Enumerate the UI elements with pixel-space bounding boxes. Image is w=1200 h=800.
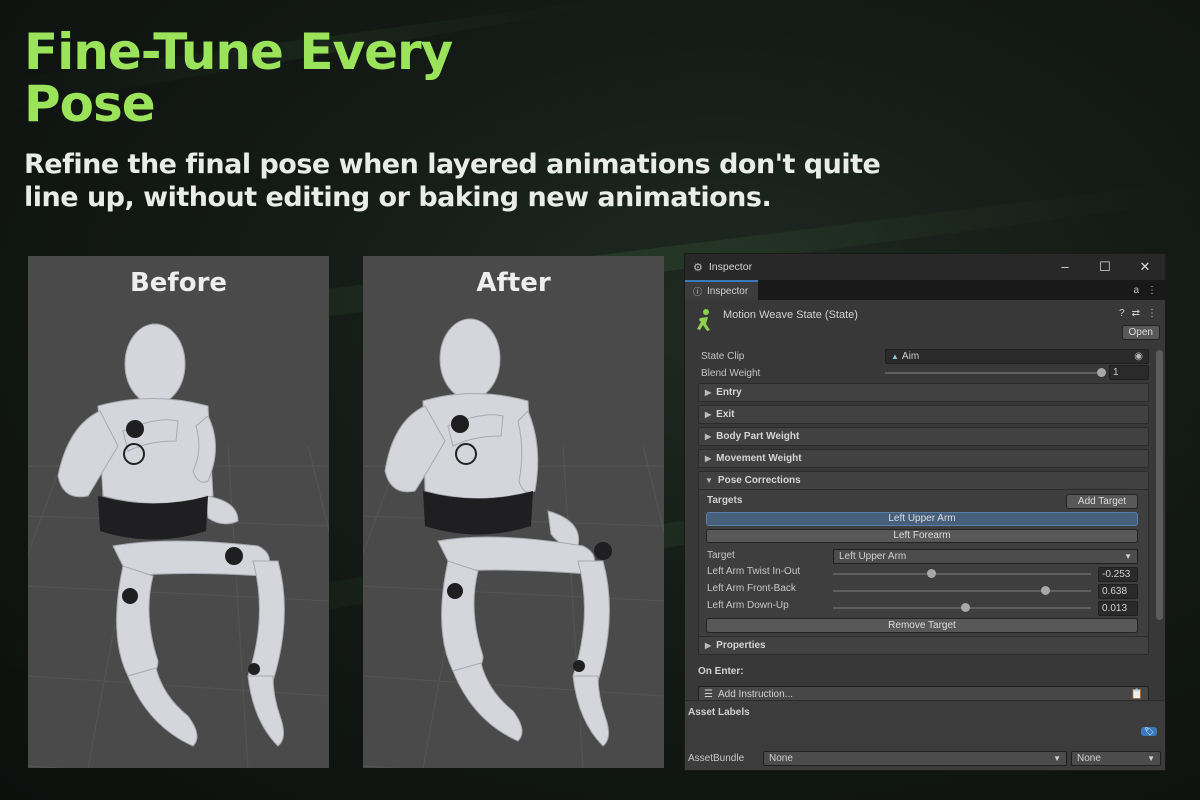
pose-slider-label: Left Arm Twist In-Out [707, 566, 801, 577]
help-icon[interactable]: ? [1119, 308, 1125, 319]
foldout-pose-corrections[interactable]: ▼ Pose Corrections [698, 471, 1149, 490]
pose-slider-row: Left Arm Down-Up 0.013 [707, 600, 1138, 616]
pose-corrections-panel: Targets Add Target Left Upper Arm Left F… [698, 490, 1149, 650]
before-viewport: Before [28, 256, 329, 768]
target-field-label: Target [707, 550, 735, 561]
pose-slider-thumb[interactable] [927, 569, 937, 578]
state-clip-value: Aim [901, 350, 920, 362]
clipboard-icon[interactable]: 📋 [1131, 689, 1143, 700]
chevron-right-icon: ▶ [705, 388, 712, 397]
pose-slider-track[interactable] [833, 603, 1091, 612]
dropdown-arrow-icon: ▼ [1147, 754, 1155, 763]
blend-weight-label: Blend Weight [701, 367, 761, 379]
blend-weight-slider[interactable]: 1 [885, 365, 1149, 381]
add-instruction-label: Add Instruction... [717, 689, 794, 700]
pose-slider-track[interactable] [833, 569, 1091, 578]
target-dropdown-value: Left Upper Arm [839, 551, 907, 562]
chevron-right-icon: ▶ [705, 641, 712, 650]
asset-bundle-dropdown[interactable]: None ▼ [763, 751, 1067, 766]
animation-clip-icon: ▲ [891, 351, 899, 361]
add-target-button[interactable]: Add Target [1066, 494, 1138, 509]
asset-bundle-value: None [769, 753, 793, 764]
foldout-entry[interactable]: ▶ Entry [698, 383, 1149, 402]
asset-bundle-label: AssetBundle [688, 753, 745, 764]
gear-icon: ⚙ [693, 261, 703, 274]
inspector-scrollbar[interactable] [1156, 350, 1163, 620]
tab-inspector[interactable]: ⓘ Inspector [685, 280, 759, 300]
minimize-icon[interactable]: – [1045, 259, 1085, 275]
remove-target-button[interactable]: Remove Target [706, 618, 1138, 633]
preset-icon[interactable]: ⇄ [1132, 308, 1140, 319]
window-title: Inspector [708, 261, 753, 273]
component-menu-icon[interactable]: ⋮ [1147, 308, 1157, 319]
foldout-entry-label: Entry [716, 387, 742, 398]
headline: Fine-Tune Every Pose [24, 23, 453, 133]
after-figure-illustration [363, 318, 664, 768]
dropdown-arrow-icon: ▼ [1124, 552, 1132, 561]
after-label: After [476, 268, 551, 298]
pose-slider-label: Left Arm Down-Up [707, 600, 789, 611]
dropdown-arrow-icon: ▼ [1053, 754, 1061, 763]
on-enter-label: On Enter: [698, 666, 744, 677]
tag-icon[interactable]: 🏷 [1140, 727, 1157, 736]
chevron-down-icon: ▼ [705, 476, 713, 485]
pose-slider-thumb[interactable] [960, 603, 970, 612]
blend-weight-thumb[interactable] [1097, 368, 1106, 377]
state-clip-label: State Clip [701, 350, 745, 362]
foldout-movement-weight[interactable]: ▶ Movement Weight [698, 449, 1149, 468]
asset-labels-title: Asset Labels [688, 707, 750, 718]
target-dropdown[interactable]: Left Upper Arm ▼ [833, 549, 1138, 564]
state-clip-field[interactable]: ▲ Aim ◉ [885, 348, 1149, 364]
targets-label: Targets [707, 495, 743, 506]
pose-slider-row: Left Arm Twist In-Out -0.253 [707, 566, 1138, 582]
inspector-titlebar[interactable]: ⚙ Inspector – ☐ ✕ [685, 254, 1165, 280]
list-icon: ☰ [704, 689, 713, 700]
asset-variant-dropdown[interactable]: None ▼ [1071, 751, 1161, 766]
target-list-item[interactable]: Left Forearm [706, 529, 1138, 543]
foldout-body-part-weight-label: Body Part Weight [716, 431, 800, 442]
chevron-right-icon: ▶ [705, 410, 712, 419]
foldout-pose-corrections-label: Pose Corrections [717, 475, 801, 486]
more-menu-icon[interactable]: ⋮ [1147, 285, 1157, 296]
pose-slider-thumb[interactable] [1040, 586, 1050, 595]
pose-slider-value[interactable]: 0.638 [1098, 584, 1138, 599]
pose-slider-value[interactable]: -0.253 [1098, 567, 1138, 582]
lock-icon[interactable]: a [1133, 285, 1139, 296]
pose-slider-track[interactable] [833, 586, 1091, 595]
asset-variant-value: None [1077, 753, 1101, 764]
running-figure-icon [697, 309, 710, 331]
inspector-window: ⚙ Inspector – ☐ ✕ ⓘ Inspector a ⋮ Motion… [684, 253, 1166, 771]
pose-slider-row: Left Arm Front-Back 0.638 [707, 583, 1138, 599]
tab-label: Inspector [707, 285, 749, 297]
component-title: Motion Weave State (State) [723, 309, 858, 321]
target-list-item-selected[interactable]: Left Upper Arm [706, 512, 1138, 526]
foldout-body-part-weight[interactable]: ▶ Body Part Weight [698, 427, 1149, 446]
maximize-icon[interactable]: ☐ [1085, 259, 1125, 275]
subheadline: Refine the final pose when layered anima… [24, 149, 881, 213]
foldout-exit[interactable]: ▶ Exit [698, 405, 1149, 424]
chevron-right-icon: ▶ [705, 432, 712, 441]
asset-labels-section: Asset Labels 🏷 AssetBundle None ▼ None ▼ [685, 700, 1165, 770]
info-icon: ⓘ [693, 286, 703, 297]
foldout-exit-label: Exit [716, 409, 735, 420]
pose-slider-label: Left Arm Front-Back [707, 583, 796, 594]
object-picker-icon[interactable]: ◉ [1134, 351, 1143, 362]
chevron-right-icon: ▶ [705, 454, 712, 463]
blend-weight-field[interactable]: 1 [1109, 365, 1149, 380]
component-header: Motion Weave State (State) ? ⇄ ⋮ Open [685, 300, 1165, 348]
open-button[interactable]: Open [1121, 325, 1160, 340]
close-icon[interactable]: ✕ [1125, 259, 1165, 275]
foldout-properties[interactable]: ▶ Properties [698, 636, 1149, 655]
pose-slider-value[interactable]: 0.013 [1098, 601, 1138, 616]
before-label: Before [129, 268, 228, 298]
after-viewport: After [363, 256, 664, 768]
before-figure-illustration [28, 323, 329, 768]
foldout-movement-weight-label: Movement Weight [716, 453, 802, 464]
foldout-properties-label: Properties [716, 640, 766, 651]
